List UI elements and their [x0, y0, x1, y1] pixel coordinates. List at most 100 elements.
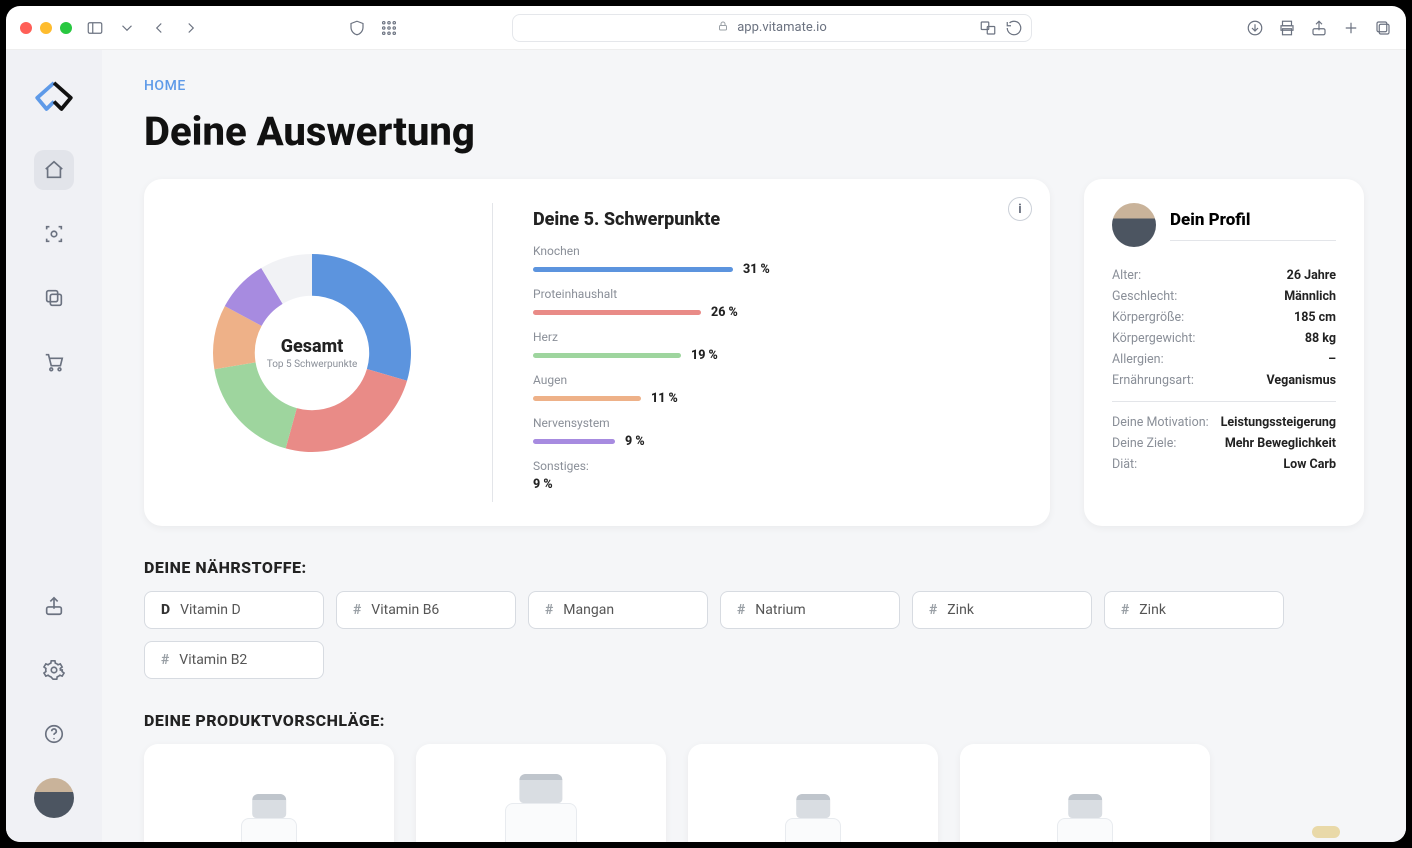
back-icon[interactable]	[150, 19, 168, 37]
shield-icon[interactable]	[348, 19, 366, 37]
nav-home[interactable]	[34, 150, 74, 190]
profile-row: Allergien:–	[1112, 349, 1336, 370]
schwerpunkt-row: Herz19 %	[533, 330, 1022, 363]
nutrient-label: Natrium	[755, 602, 805, 618]
profile-value: Veganismus	[1267, 373, 1336, 388]
profile-key: Deine Ziele:	[1112, 436, 1176, 451]
schwerpunkt-bar	[533, 439, 615, 444]
chevron-down-icon[interactable]	[118, 19, 136, 37]
products-title: DEINE PRODUKTVORSCHLÄGE:	[144, 711, 1364, 730]
browser-chrome: app.vitamate.io	[6, 6, 1406, 50]
schwerpunkte-title: Deine 5. Schwerpunkte	[533, 209, 1022, 230]
window-controls[interactable]	[20, 22, 72, 34]
nutrient-chip[interactable]: #Mangan	[528, 591, 708, 629]
profile-value: 88 kg	[1305, 331, 1336, 346]
nav-help[interactable]	[34, 714, 74, 754]
evaluation-card: i Gesamt Top 5 Schwerpunkte Deine 5. S	[144, 179, 1050, 526]
profile-key: Körpergewicht:	[1112, 331, 1195, 346]
profile-row: Deine Ziele: Mehr Beweglichkeit	[1112, 433, 1336, 454]
forward-icon[interactable]	[182, 19, 200, 37]
schwerpunkte-panel: Deine 5. Schwerpunkte Knochen 31 % Protein…	[533, 203, 1022, 502]
nutrient-chip[interactable]: # Vitamin B2	[144, 641, 324, 679]
product-card[interactable]	[960, 744, 1210, 842]
sidebar-avatar[interactable]	[34, 778, 74, 818]
schwerpunkt-label: Nervensystem	[533, 416, 1022, 430]
schwerpunkt-bar	[533, 310, 701, 315]
nav-cart[interactable]	[34, 342, 74, 382]
app-sidebar	[6, 50, 102, 842]
maximize-window-icon[interactable]	[60, 22, 72, 34]
schwerpunkt-pct: 11 %	[651, 391, 678, 406]
hash-icon: #	[737, 602, 745, 618]
profile-value: 185 cm	[1294, 310, 1336, 325]
schwerpunkt-label: Proteinhaushalt	[533, 287, 1022, 301]
profile-key: Alter:	[1112, 268, 1141, 283]
schwerpunkt-bar	[533, 267, 733, 272]
nutrient-label: Zink	[947, 602, 974, 618]
hash-icon: #	[1121, 602, 1129, 618]
download-icon[interactable]	[1246, 19, 1264, 37]
schwerpunkt-row: Knochen 31 %	[533, 244, 1022, 277]
products-row	[144, 744, 1364, 842]
schwerpunkt-pct: 31 %	[743, 262, 770, 277]
sidebar-toggle-icon[interactable]	[86, 19, 104, 37]
profile-row: Ernährungsart: Veganismus	[1112, 370, 1336, 391]
profile-key: Allergien:	[1112, 352, 1164, 367]
product-card[interactable]	[144, 744, 394, 842]
breadcrumb[interactable]: HOME	[144, 78, 1364, 94]
schwerpunkt-label: Knochen	[533, 244, 1022, 258]
donut-chart: Gesamt Top 5 Schwerpunkte	[202, 243, 422, 463]
reload-icon[interactable]	[1005, 19, 1023, 37]
hash-icon: #	[929, 602, 937, 618]
nutrients-chips: DVitamin D#Vitamin B6#Mangan#Natrium#Zin…	[144, 591, 1364, 679]
schwerpunkt-row: Augen11 %	[533, 373, 1022, 406]
nav-scan[interactable]	[34, 214, 74, 254]
schwerpunkt-bar	[533, 396, 641, 401]
share-icon[interactable]	[1310, 19, 1328, 37]
lock-icon	[717, 20, 729, 36]
nav-share[interactable]	[34, 586, 74, 626]
app-logo[interactable]	[24, 74, 84, 116]
profile-value: Leistungssteigerung	[1221, 415, 1336, 430]
address-bar[interactable]: app.vitamate.io	[512, 14, 1032, 42]
nutrient-label: Vitamin B6	[371, 602, 439, 618]
nutrient-label: Zink	[1139, 602, 1166, 618]
product-card[interactable]	[416, 744, 666, 842]
schwerpunkt-row: Nervensystem 9 %	[533, 416, 1022, 449]
profile-title: Dein Profil	[1170, 210, 1336, 241]
profile-row: Alter: 26 Jahre	[1112, 265, 1336, 286]
translate-icon[interactable]	[979, 19, 997, 37]
profile-value: Männlich	[1284, 289, 1336, 304]
nutrient-chip[interactable]: # Zink	[912, 591, 1092, 629]
profile-value: Mehr Beweglichkeit	[1225, 436, 1336, 451]
new-tab-icon[interactable]	[1342, 19, 1360, 37]
nutrient-chip[interactable]: #Vitamin B6	[336, 591, 516, 629]
product-card[interactable]	[688, 744, 938, 842]
schwerpunkt-pct: 26 %	[711, 305, 738, 320]
page-title: Deine Auswertung	[144, 108, 1364, 155]
nutrient-label: Vitamin B2	[179, 652, 247, 668]
tabs-icon[interactable]	[1374, 19, 1392, 37]
nutrient-label: Vitamin D	[180, 602, 241, 618]
print-icon[interactable]	[1278, 19, 1296, 37]
profile-key: Körpergröße:	[1112, 310, 1184, 325]
profile-value: Low Carb	[1283, 457, 1336, 472]
nav-settings[interactable]	[34, 650, 74, 690]
nutrient-chip[interactable]: # Zink	[1104, 591, 1284, 629]
profile-key: Deine Motivation:	[1112, 415, 1209, 430]
apps-grid-icon[interactable]	[380, 19, 398, 37]
schwerpunkt-label: Sonstiges:	[533, 459, 1022, 473]
nav-copy[interactable]	[34, 278, 74, 318]
profile-key: Ernährungsart:	[1112, 373, 1194, 388]
close-window-icon[interactable]	[20, 22, 32, 34]
hash-icon: #	[161, 652, 169, 668]
minimize-window-icon[interactable]	[40, 22, 52, 34]
profile-value: 26 Jahre	[1287, 268, 1336, 283]
schwerpunkt-row: Proteinhaushalt 26 %	[533, 287, 1022, 320]
nutrient-chip[interactable]: # Natrium	[720, 591, 900, 629]
info-icon[interactable]: i	[1008, 197, 1032, 221]
nutrient-chip[interactable]: DVitamin D	[144, 591, 324, 629]
url-text: app.vitamate.io	[737, 20, 827, 35]
donut-title: Gesamt	[281, 336, 344, 357]
schwerpunkt-pct: 9 %	[625, 434, 645, 449]
